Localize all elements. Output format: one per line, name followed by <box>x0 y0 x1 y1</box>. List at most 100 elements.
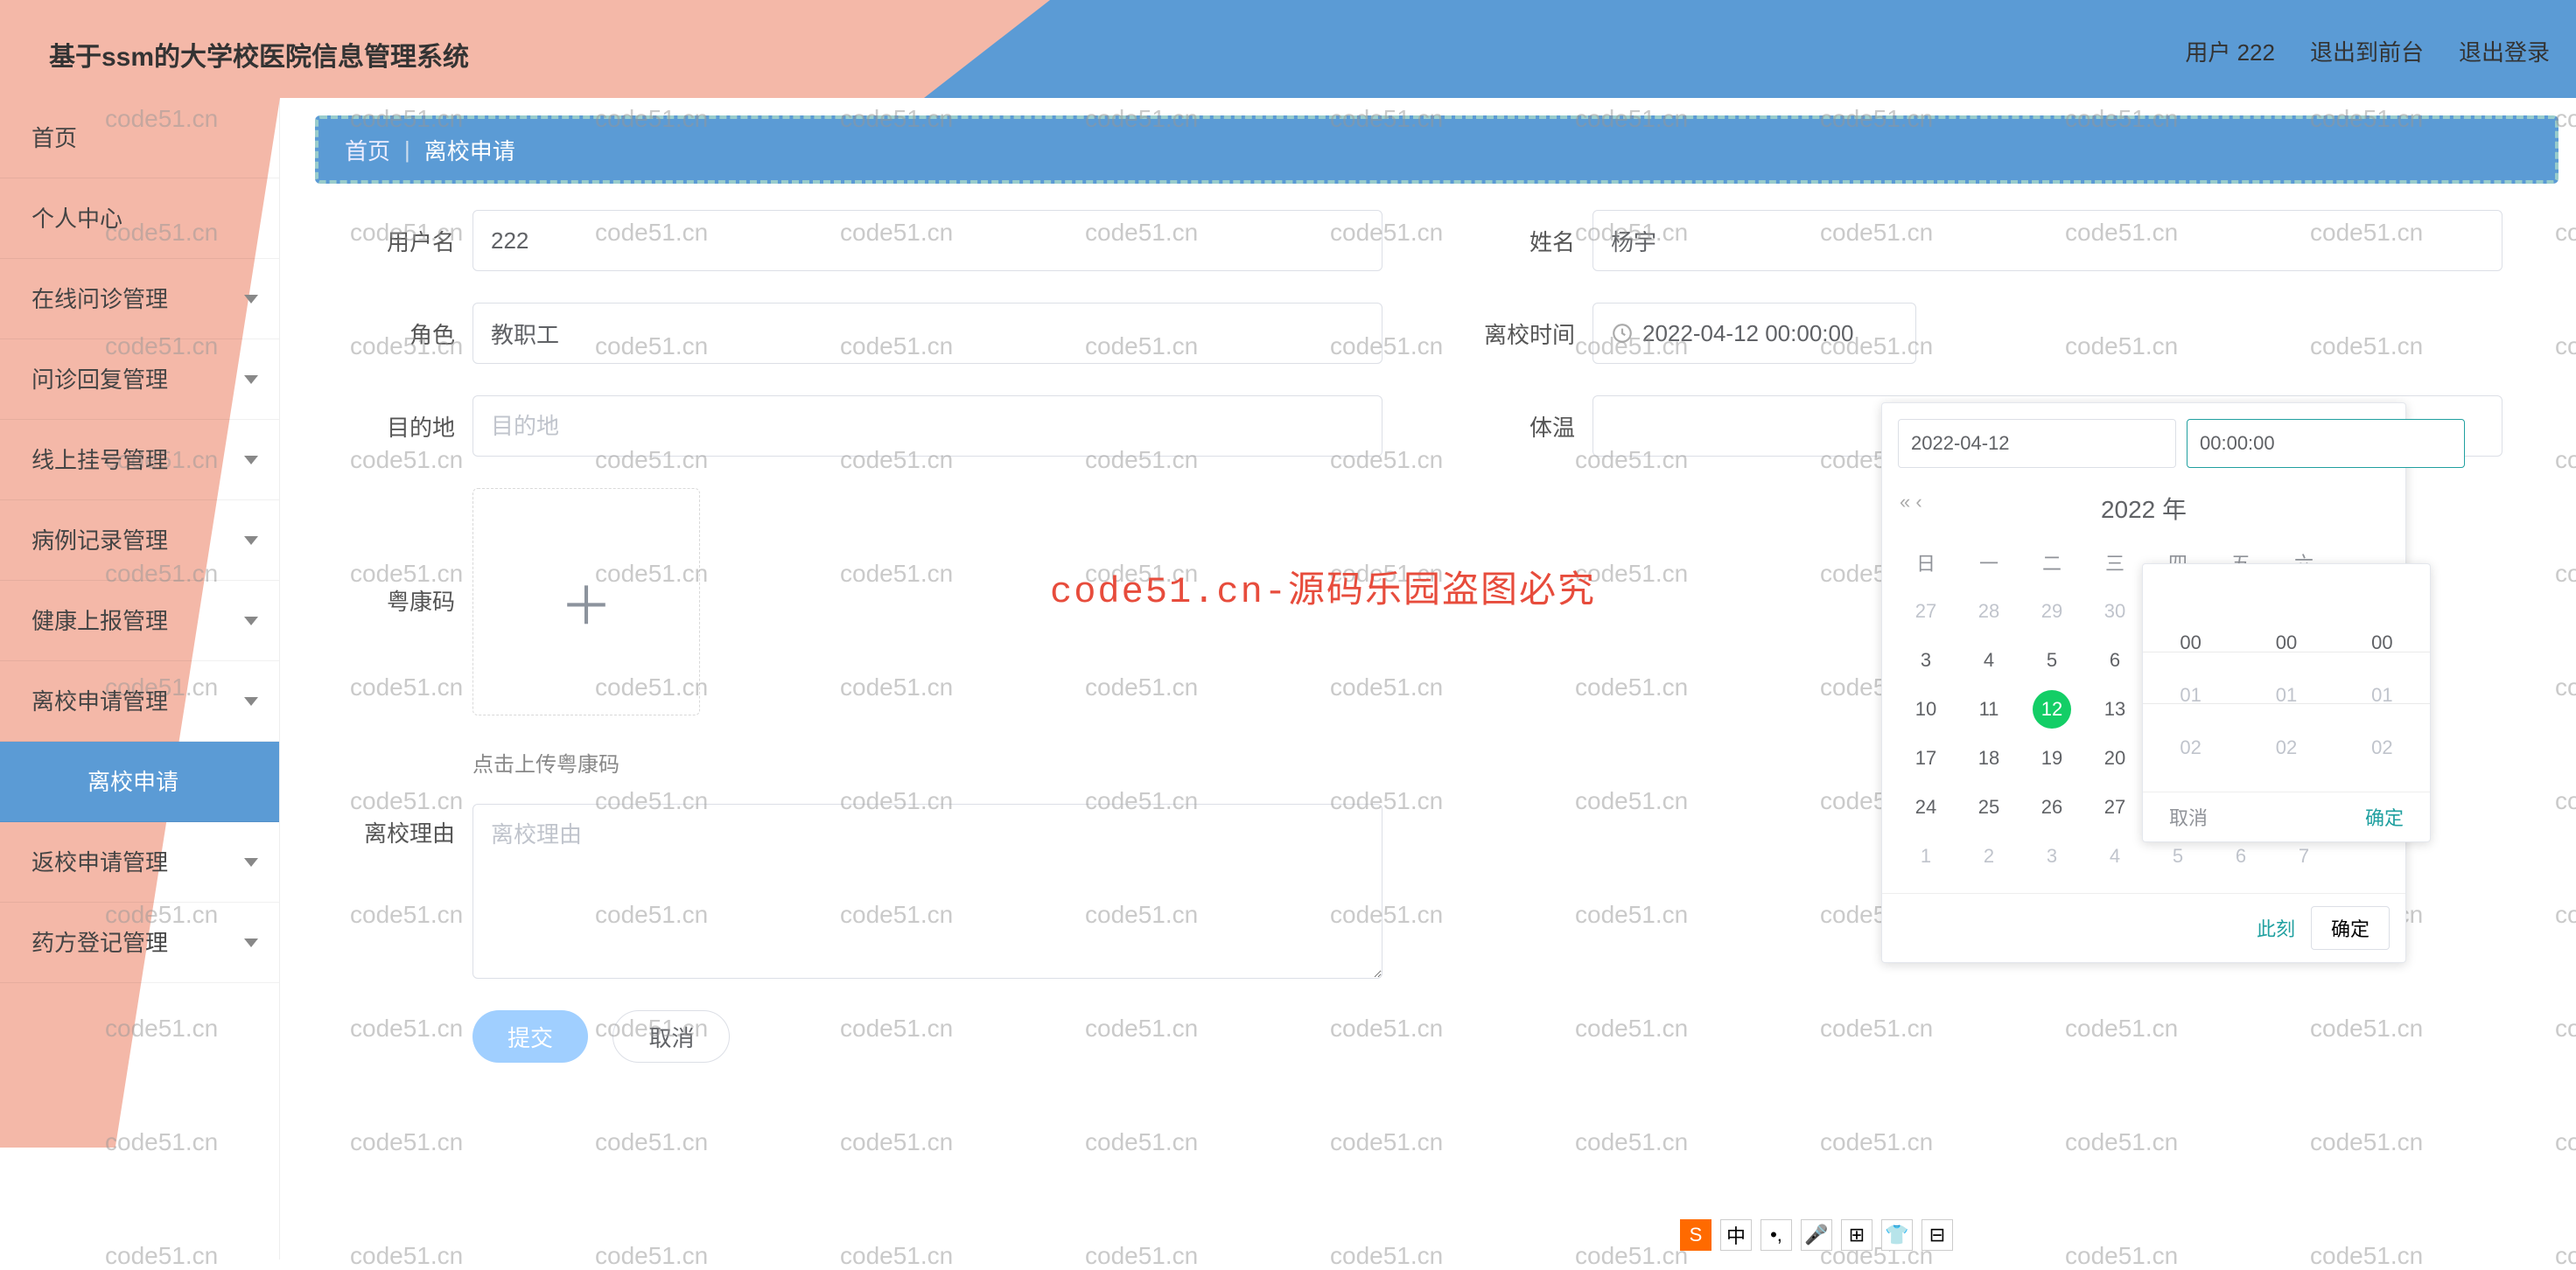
dp-weekday: 二 <box>2020 538 2083 587</box>
breadcrumb-current: 离校申请 <box>424 134 515 166</box>
dest-label: 目的地 <box>315 410 455 443</box>
chevron-down-icon <box>244 295 258 304</box>
dp-weekday: 一 <box>1957 538 2020 587</box>
sidebar-item[interactable]: 首页 <box>0 98 279 178</box>
clock-icon <box>1611 322 1634 345</box>
ime-bar: S 中 •, 🎤 ⊞ 👕 ⊟ <box>1680 1219 1953 1251</box>
user-label[interactable]: 用户 222 <box>2185 35 2275 67</box>
dp-day[interactable]: 13 <box>2083 685 2146 734</box>
chevron-down-icon <box>244 939 258 947</box>
ime-icon-3[interactable]: ⊞ <box>1841 1219 1872 1251</box>
dp-day[interactable]: 11 <box>1957 685 2020 734</box>
time-col[interactable]: 000102 <box>2334 564 2430 792</box>
app-title: 基于ssm的大学校医院信息管理系统 <box>49 35 469 73</box>
dp-weekday: 三 <box>2083 538 2146 587</box>
header-actions: 用户 222 退出到前台 退出登录 <box>2185 35 2550 67</box>
chevron-down-icon <box>244 456 258 464</box>
time-col[interactable]: 000102 <box>2238 564 2334 792</box>
dest-field[interactable] <box>472 395 1382 457</box>
sidebar-item[interactable]: 药方登记管理 <box>0 903 279 983</box>
submit-button[interactable]: 提交 <box>472 1010 588 1063</box>
reason-label: 离校理由 <box>315 816 455 848</box>
dp-day[interactable]: 10 <box>1894 685 1957 734</box>
plus-icon: ＋ <box>560 564 612 640</box>
exit-front-link[interactable]: 退出到前台 <box>2310 35 2424 67</box>
dp-nav-prev[interactable]: « ‹ <box>1900 491 1922 513</box>
ime-icon-1[interactable]: •, <box>1760 1219 1792 1251</box>
dp-date-input[interactable] <box>1898 419 2176 468</box>
sidebar: 首页个人中心在线问诊管理问诊回复管理线上挂号管理病例记录管理健康上报管理离校申请… <box>0 98 280 1260</box>
ime-zh[interactable]: 中 <box>1720 1219 1752 1251</box>
time-col[interactable]: 000102 <box>2143 564 2238 792</box>
role-field[interactable] <box>472 303 1382 364</box>
dp-day[interactable]: 4 <box>1957 636 2020 685</box>
sidebar-item[interactable]: 病例记录管理 <box>0 500 279 581</box>
leave-time-label: 离校时间 <box>1435 318 1575 350</box>
dp-year-header: « ‹ 2022 年 <box>1882 484 2405 538</box>
username-field[interactable] <box>472 210 1382 271</box>
dp-day[interactable]: 24 <box>1894 783 1957 832</box>
sidebar-item[interactable]: 个人中心 <box>0 178 279 259</box>
dp-day[interactable]: 28 <box>1957 587 2020 636</box>
dp-ok-button[interactable]: 确定 <box>2311 906 2390 950</box>
dp-day[interactable]: 1 <box>1894 832 1957 881</box>
dp-day[interactable]: 25 <box>1957 783 2020 832</box>
username-label: 用户名 <box>315 225 455 257</box>
dp-day[interactable]: 20 <box>2083 734 2146 783</box>
dp-day[interactable]: 29 <box>2020 587 2083 636</box>
main-content: 首页 | 离校申请 用户名 姓名 角色 离校时间 <box>280 98 2576 1260</box>
dp-day[interactable]: 26 <box>2020 783 2083 832</box>
logout-link[interactable]: 退出登录 <box>2459 35 2550 67</box>
dp-day[interactable]: 27 <box>2083 783 2146 832</box>
dp-day[interactable]: 3 <box>1894 636 1957 685</box>
ime-mic-icon[interactable]: 🎤 <box>1801 1219 1832 1251</box>
sidebar-menu: 首页个人中心在线问诊管理问诊回复管理线上挂号管理病例记录管理健康上报管理离校申请… <box>0 98 279 983</box>
chevron-down-icon <box>244 375 258 384</box>
app-header: 基于ssm的大学校医院信息管理系统 用户 222 退出到前台 退出登录 <box>0 0 2576 98</box>
breadcrumb-home[interactable]: 首页 <box>345 134 390 166</box>
sidebar-item[interactable]: 健康上报管理 <box>0 581 279 661</box>
dp-day[interactable]: 3 <box>2020 832 2083 881</box>
chevron-down-icon <box>244 536 258 545</box>
dp-day[interactable]: 6 <box>2083 636 2146 685</box>
sidebar-item[interactable]: 离校申请管理 <box>0 661 279 742</box>
dp-now-button[interactable]: 此刻 <box>2257 914 2295 942</box>
name-label: 姓名 <box>1435 225 1575 257</box>
reason-field[interactable] <box>472 804 1382 979</box>
ime-person-icon[interactable]: 👕 <box>1881 1219 1913 1251</box>
name-field[interactable] <box>1592 210 2502 271</box>
role-label: 角色 <box>315 318 455 350</box>
time-columns[interactable]: 000102000102000102 <box>2143 564 2430 792</box>
sidebar-item[interactable]: 问诊回复管理 <box>0 339 279 420</box>
chevron-down-icon <box>244 858 258 867</box>
time-ok-button[interactable]: 确定 <box>2365 803 2404 831</box>
dp-day[interactable]: 30 <box>2083 587 2146 636</box>
sidebar-item[interactable]: 线上挂号管理 <box>0 420 279 500</box>
leave-time-field[interactable]: 2022-04-12 00:00:00 <box>1592 303 1916 364</box>
chevron-down-icon <box>244 697 258 706</box>
upload-box[interactable]: ＋ <box>472 488 700 715</box>
dp-day[interactable]: 5 <box>2020 636 2083 685</box>
dp-day[interactable]: 2 <box>1957 832 2020 881</box>
ime-s-icon[interactable]: S <box>1680 1219 1712 1251</box>
dp-day[interactable]: 27 <box>1894 587 1957 636</box>
ime-grid-icon[interactable]: ⊟ <box>1922 1219 1953 1251</box>
breadcrumb-sep: | <box>404 136 410 164</box>
time-cancel-button[interactable]: 取消 <box>2169 803 2208 831</box>
dp-day[interactable]: 12 <box>2020 685 2083 734</box>
breadcrumb: 首页 | 离校申请 <box>315 115 2558 184</box>
chevron-down-icon <box>244 617 258 625</box>
cancel-button[interactable]: 取消 <box>612 1010 730 1063</box>
code-label: 粤康码 <box>315 584 455 617</box>
time-picker-popup: 000102000102000102 取消 确定 <box>2142 563 2431 842</box>
dp-day[interactable]: 17 <box>1894 734 1957 783</box>
sidebar-item[interactable]: 离校申请 <box>0 742 279 822</box>
temp-label: 体温 <box>1435 410 1575 443</box>
dp-weekday: 日 <box>1894 538 1957 587</box>
dp-day[interactable]: 4 <box>2083 832 2146 881</box>
dp-day[interactable]: 19 <box>2020 734 2083 783</box>
sidebar-item[interactable]: 在线问诊管理 <box>0 259 279 339</box>
dp-day[interactable]: 18 <box>1957 734 2020 783</box>
dp-time-input[interactable] <box>2187 419 2465 468</box>
sidebar-item[interactable]: 返校申请管理 <box>0 822 279 903</box>
